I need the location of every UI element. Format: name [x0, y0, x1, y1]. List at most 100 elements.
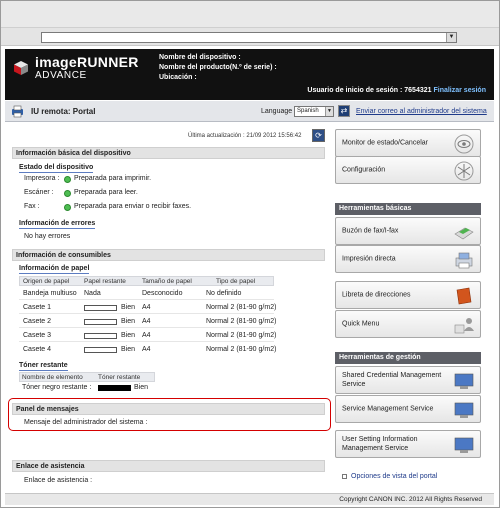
address-book-label: Libreta de direcciones: [342, 291, 411, 299]
paper-col-size: Tamaño de papel: [142, 278, 192, 285]
user-menu-icon: [454, 318, 474, 334]
logout-link[interactable]: Finalizar sesión: [433, 87, 486, 94]
shared-credential-button[interactable]: Shared Credential Management Service: [335, 366, 481, 394]
row-divider: [19, 341, 274, 342]
user-setting-label: User Setting Information Management Serv…: [342, 436, 418, 452]
scanner-label: Escáner :: [24, 189, 54, 196]
fax-status: Preparada para enviar o recibir faxes.: [74, 203, 192, 210]
browser-address-bar: ▼: [1, 28, 499, 46]
settings-star-icon: [454, 161, 474, 181]
paper-row-source: Casete 4: [23, 346, 52, 353]
paper-row-source: Casete 2: [23, 318, 52, 325]
consumables-heading: Información de consumibles: [12, 249, 325, 261]
direct-print-button[interactable]: Impresión directa: [335, 245, 481, 273]
toner-row-name: Tóner negro restante :: [22, 384, 92, 391]
user-setting-button[interactable]: User Setting Information Management Serv…: [335, 430, 481, 458]
row-divider: [19, 299, 274, 300]
logo-title: imageRUNNER: [35, 54, 139, 70]
paper-col-source: Origen de papel: [23, 278, 70, 285]
location-label: Ubicación :: [159, 74, 197, 81]
session-info: Usuario de inicio de sesión : 7654321 Fi…: [307, 87, 486, 94]
monitor-icon: [454, 437, 474, 453]
assistance-link-label: Enlace de asistencia :: [24, 477, 93, 484]
paper-row-type: Normal 2 (81-90 g/m2): [206, 332, 277, 339]
logo-subtitle: ADVANCE: [35, 70, 87, 81]
row-divider: [19, 327, 274, 328]
paper-row-size: A4: [142, 304, 151, 311]
app-header: imageRUNNER ADVANCE Nombre del dispositi…: [5, 49, 494, 100]
service-management-button[interactable]: Service Management Service: [335, 395, 481, 423]
language-select-value: Spanish: [297, 108, 319, 114]
portal-view-options-label: Opciones de vista del portal: [351, 473, 438, 480]
toner-row-value: Bien: [134, 384, 149, 391]
printer-portal-icon: [12, 105, 23, 118]
paper-row-remaining: Bien: [121, 318, 136, 325]
errors-value: No hay errores: [24, 233, 71, 240]
basic-tools-heading: Herramientas básicas: [335, 203, 481, 215]
shared-credential-label: Shared Credential Management Service: [342, 372, 442, 388]
paper-level-bar: [84, 347, 117, 353]
status-monitor-button[interactable]: Monitor de estado/Cancelar: [335, 129, 481, 157]
language-apply-icon[interactable]: ⇄: [338, 105, 350, 117]
chevron-down-icon: ▼: [325, 107, 333, 116]
settings-button[interactable]: Configuración: [335, 156, 481, 184]
quick-menu-button[interactable]: Quick Menu: [335, 310, 481, 338]
printer-status: Preparada para imprimir.: [74, 175, 152, 182]
footer: Copyright CANON INC. 2012 All Rights Res…: [5, 493, 494, 505]
url-dropdown-button[interactable]: ▼: [446, 33, 456, 42]
last-update: Última actualización : 21/09 2012 15:56:…: [188, 133, 302, 139]
direct-print-label: Impresión directa: [342, 255, 396, 263]
assistance-heading: Enlace de asistencia: [12, 460, 325, 472]
paper-level-bar: [84, 333, 117, 339]
fax-tray-icon: [454, 227, 474, 240]
toner-level-bar: [98, 385, 131, 391]
language-select[interactable]: Spanish ▼: [294, 106, 334, 117]
session-user: Usuario de inicio de sesión : 7654321: [307, 87, 432, 94]
paper-row-source: Bandeja multiuso: [23, 290, 77, 297]
paper-level-bar: [84, 305, 117, 311]
toner-heading: Tóner restante: [19, 362, 68, 371]
status-monitor-label: Monitor de estado/Cancelar: [342, 139, 428, 147]
device-status-heading: Estado del dispositivo: [19, 164, 94, 173]
paper-row-type: Normal 2 (81-90 g/m2): [206, 304, 277, 311]
paper-row-size: Desconocido: [142, 290, 183, 297]
admin-message-label: Mensaje del administrador del sistema :: [24, 419, 148, 426]
toner-col-remaining: Tóner restante: [98, 374, 141, 381]
monitor-icon: [454, 402, 474, 418]
errors-heading: Información de errores: [19, 220, 96, 229]
paper-row-remaining: Bien: [121, 346, 136, 353]
settings-label: Configuración: [342, 166, 386, 174]
scanner-status: Preparada para leer.: [74, 189, 138, 196]
fax-label: Fax :: [24, 203, 40, 210]
paper-col-type: Tipo de papel: [216, 278, 256, 285]
browser-toolbar: [1, 1, 499, 28]
copyright: Copyright CANON INC. 2012 All Rights Res…: [339, 496, 482, 503]
service-management-label: Service Management Service: [342, 405, 434, 413]
device-name-label: Nombre del dispositivo :: [159, 54, 241, 61]
paper-row-remaining: Bien: [121, 332, 136, 339]
paper-row-type: No definido: [206, 290, 242, 297]
checkbox-icon: [342, 473, 347, 479]
fax-inbox-button[interactable]: Buzón de fax/I-fax: [335, 217, 481, 245]
device-info: Nombre del dispositivo : Nombre del prod…: [159, 53, 277, 83]
paper-row-size: A4: [142, 332, 151, 339]
refresh-icon[interactable]: ⟳: [312, 129, 325, 142]
mail-admin-link[interactable]: Enviar correo al administrador del siste…: [356, 108, 487, 115]
paper-row-source: Casete 3: [23, 332, 52, 339]
paper-info-heading: Información de papel: [19, 265, 90, 274]
device-info-heading: Información básica del dispositivo: [12, 147, 325, 159]
row-divider: [19, 313, 274, 314]
status-ok-icon: [64, 190, 71, 197]
monitor-icon: [454, 373, 474, 389]
paper-row-source: Casete 1: [23, 304, 52, 311]
url-input[interactable]: ▼: [41, 32, 457, 43]
portal-view-options-link[interactable]: Opciones de vista del portal: [342, 473, 437, 480]
cube-logo-icon: [14, 61, 28, 75]
paper-row-size: A4: [142, 346, 151, 353]
book-icon: [456, 287, 472, 305]
paper-row-remaining: Nada: [84, 290, 101, 297]
management-tools-heading: Herramientas de gestión: [335, 352, 481, 364]
fax-inbox-label: Buzón de fax/I-fax: [342, 227, 399, 235]
language-label: Language: [261, 108, 293, 115]
address-book-button[interactable]: Libreta de direcciones: [335, 281, 481, 309]
